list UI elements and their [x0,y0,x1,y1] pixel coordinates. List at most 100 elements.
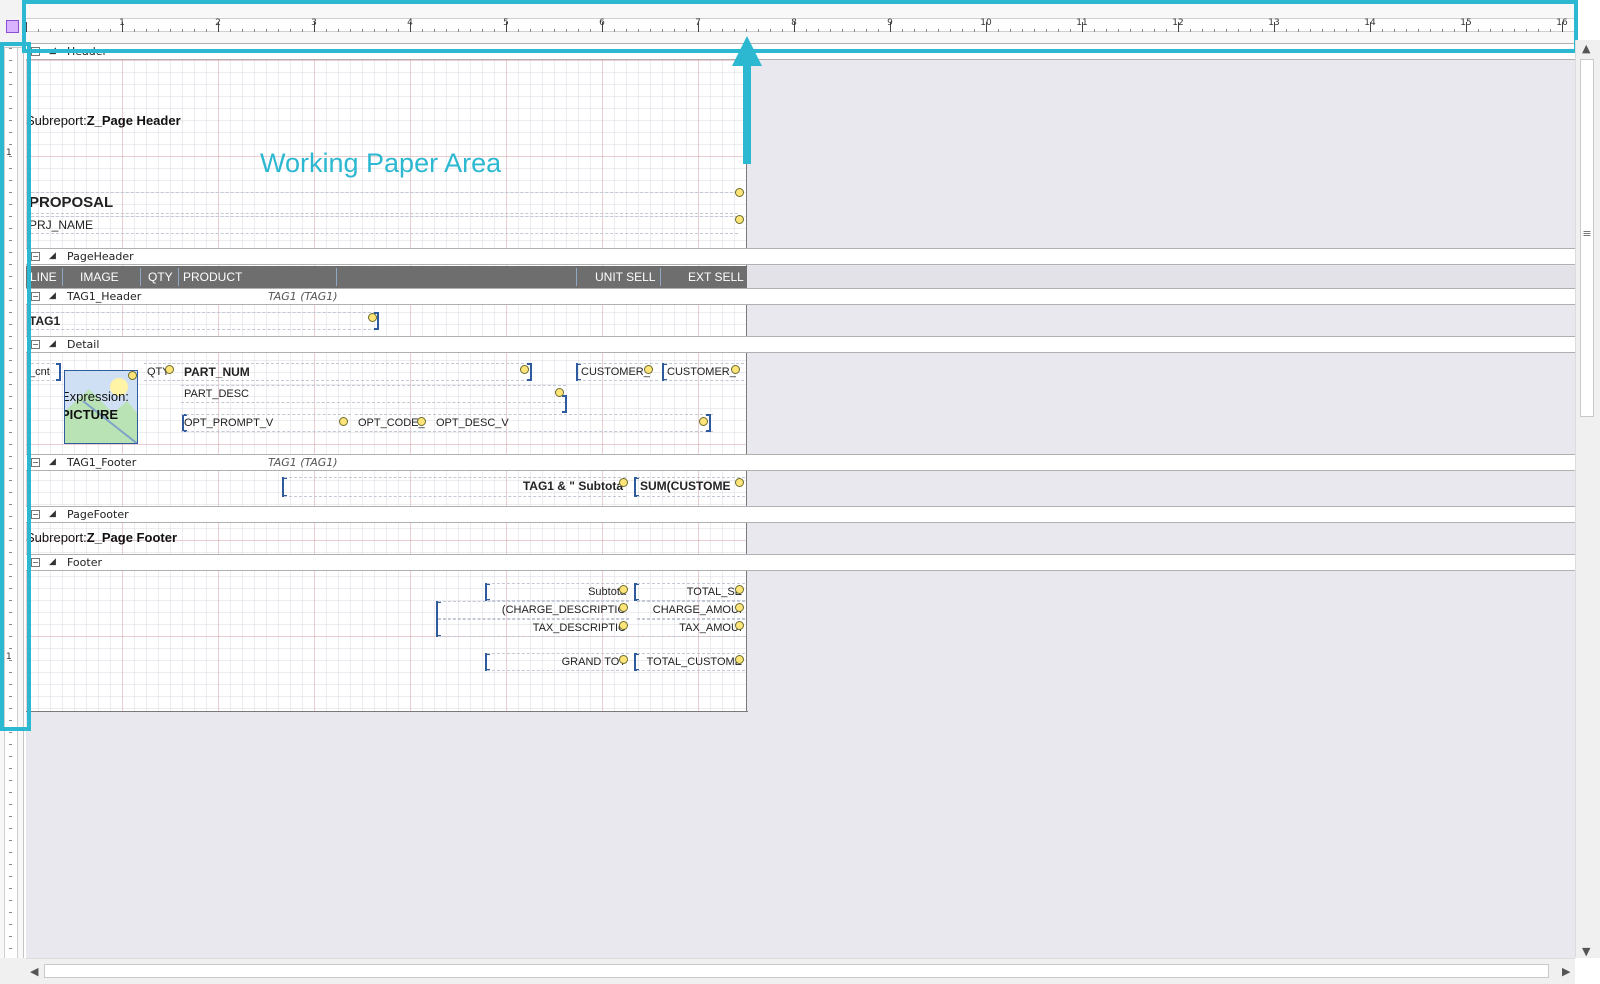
ruler-tick [9,936,12,937]
field-handle-icon[interactable] [735,585,744,594]
field-handle-icon[interactable] [520,365,529,374]
band-name: PageHeader [67,250,134,263]
column-separator [178,268,179,286]
field-handle-icon[interactable] [735,215,744,224]
ruler-tick [9,840,12,841]
column-header-row[interactable]: LINE IMAGE QTY PRODUCT UNIT SELL EXT SEL… [26,266,747,288]
proposal-title[interactable]: PROPOSAL [26,192,738,214]
ruler-tick [9,948,12,949]
ruler-corner-toggle[interactable] [6,20,19,33]
field-handle-icon[interactable] [731,365,740,374]
ruler-tick [9,852,12,853]
part-desc-field[interactable]: PART_DESC [181,385,566,403]
band-tag1-footer[interactable]: − ◢ TAG1_Footer TAG1 (TAG1) [26,454,1575,471]
part-num-field[interactable]: PART_NUM [181,363,529,381]
ruler-tick [9,756,12,757]
band-group: TAG1 (TAG1) [268,290,338,303]
opt-desc-field[interactable]: OPT_DESC_V [433,414,713,432]
tag1-field[interactable]: TAG1 [26,312,376,330]
field-handle-icon[interactable] [735,478,744,487]
column-header-image[interactable]: IMAGE [80,266,119,288]
collapse-icon[interactable]: − [31,510,40,519]
ruler-tick [9,768,12,769]
collapse-icon[interactable]: − [31,340,40,349]
subreport-page-header[interactable]: Subreport:Z_Page Header [26,113,181,128]
footer-tax-value[interactable]: TAX_AMOUI [637,619,745,637]
collapse-icon[interactable]: − [31,292,40,301]
grip-icon: ≡ [1582,227,1592,240]
field-handle-icon[interactable] [417,417,426,426]
column-header-ext-sell[interactable]: EXT SELL [688,266,744,288]
picture-expression-label: Expression: [64,389,129,404]
vertical-ruler-highlight-box [0,42,31,731]
ruler-tick [9,876,12,877]
subreport-name: Z_Page Header [86,113,181,128]
ruler-tick [9,792,12,793]
ruler-tick [9,816,12,817]
line-count-field[interactable]: _cnt [26,363,60,381]
field-handle-icon[interactable] [735,188,744,197]
triangle-icon: ◢ [49,509,56,519]
ruler-tick [9,864,12,865]
footer-grand-total-label[interactable]: GRAND TOT [487,653,629,671]
field-handle-icon[interactable] [619,603,628,612]
field-handle-icon[interactable] [128,371,137,380]
collapse-icon[interactable]: − [31,458,40,467]
band-footer[interactable]: − ◢ Footer [26,554,1575,571]
footer-subtotal-label[interactable]: Subtota [487,583,629,601]
field-handle-icon[interactable] [619,585,628,594]
footer-charge-value[interactable]: CHARGE_AMOUI [637,601,745,619]
field-handle-icon[interactable] [619,478,628,487]
field-handle-icon[interactable] [735,655,744,664]
opt-prompt-field[interactable]: OPT_PROMPT_V [181,414,351,432]
subreport-prefix: Subreport: [26,530,87,545]
footer-tax-label[interactable]: TAX_DESCRIPTIC [438,619,629,637]
band-page-footer[interactable]: − ◢ PageFooter [26,506,1575,523]
field-handle-icon[interactable] [699,417,708,426]
ruler-tick [9,780,12,781]
tag1-subtotal-value[interactable]: SUM(CUSTOME [637,477,745,497]
scroll-up-icon[interactable]: ▲ [1582,42,1590,55]
footer-total-sell[interactable]: TOTAL_SE [637,583,745,601]
field-handle-icon[interactable] [735,603,744,612]
picture-placeholder[interactable]: Expression: PICTURE [64,370,138,444]
field-handle-icon[interactable] [619,621,628,630]
footer-grand-total-value[interactable]: TOTAL_CUSTOME [637,653,745,671]
column-separator [140,268,141,286]
column-header-line[interactable]: LINE [30,266,57,288]
column-header-unit-sell[interactable]: UNIT SELL [595,266,655,288]
band-detail[interactable]: − ◢ Detail [26,336,1575,353]
field-handle-icon[interactable] [644,365,653,374]
collapse-icon[interactable]: − [31,558,40,567]
band-tag1-header[interactable]: − ◢ TAG1_Header TAG1 (TAG1) [26,288,1575,305]
field-handle-icon[interactable] [735,621,744,630]
project-name-field[interactable]: PRJ_NAME [26,216,738,234]
qty-field[interactable]: QTY [144,363,180,381]
field-handle-icon[interactable] [339,417,348,426]
ruler-highlight-box [22,0,1578,53]
field-handle-icon[interactable] [619,655,628,664]
field-handle-icon[interactable] [555,388,564,397]
footer-charge-label[interactable]: (CHARGE_DESCRIPTIO [438,601,629,619]
collapse-icon[interactable]: − [31,252,40,261]
working-paper-area-label: Working Paper Area [260,148,502,178]
scroll-corner [0,958,26,984]
ruler-tick [9,900,12,901]
field-handle-icon[interactable] [368,313,377,322]
field-handle-icon[interactable] [165,365,174,374]
paper-edge [26,711,748,712]
tag1-subtotal-label[interactable]: TAG1 & " Subtota [284,477,626,497]
subreport-page-footer[interactable]: Subreport:Z_Page Footer [26,530,177,545]
scroll-down-icon[interactable]: ▼ [1582,945,1590,958]
triangle-icon: ◢ [49,291,56,301]
column-header-qty[interactable]: QTY [148,266,173,288]
column-header-product[interactable]: PRODUCT [183,266,242,288]
band-page-header[interactable]: − ◢ PageHeader [26,248,1575,265]
triangle-icon: ◢ [49,339,56,349]
band-name: Footer [67,556,102,569]
horizontal-scroll-thumb[interactable] [44,964,1549,978]
field-bracket [562,395,567,413]
column-separator [660,268,661,286]
scroll-left-icon[interactable]: ◀ [30,965,38,978]
scroll-right-icon[interactable]: ▶ [1562,965,1570,978]
